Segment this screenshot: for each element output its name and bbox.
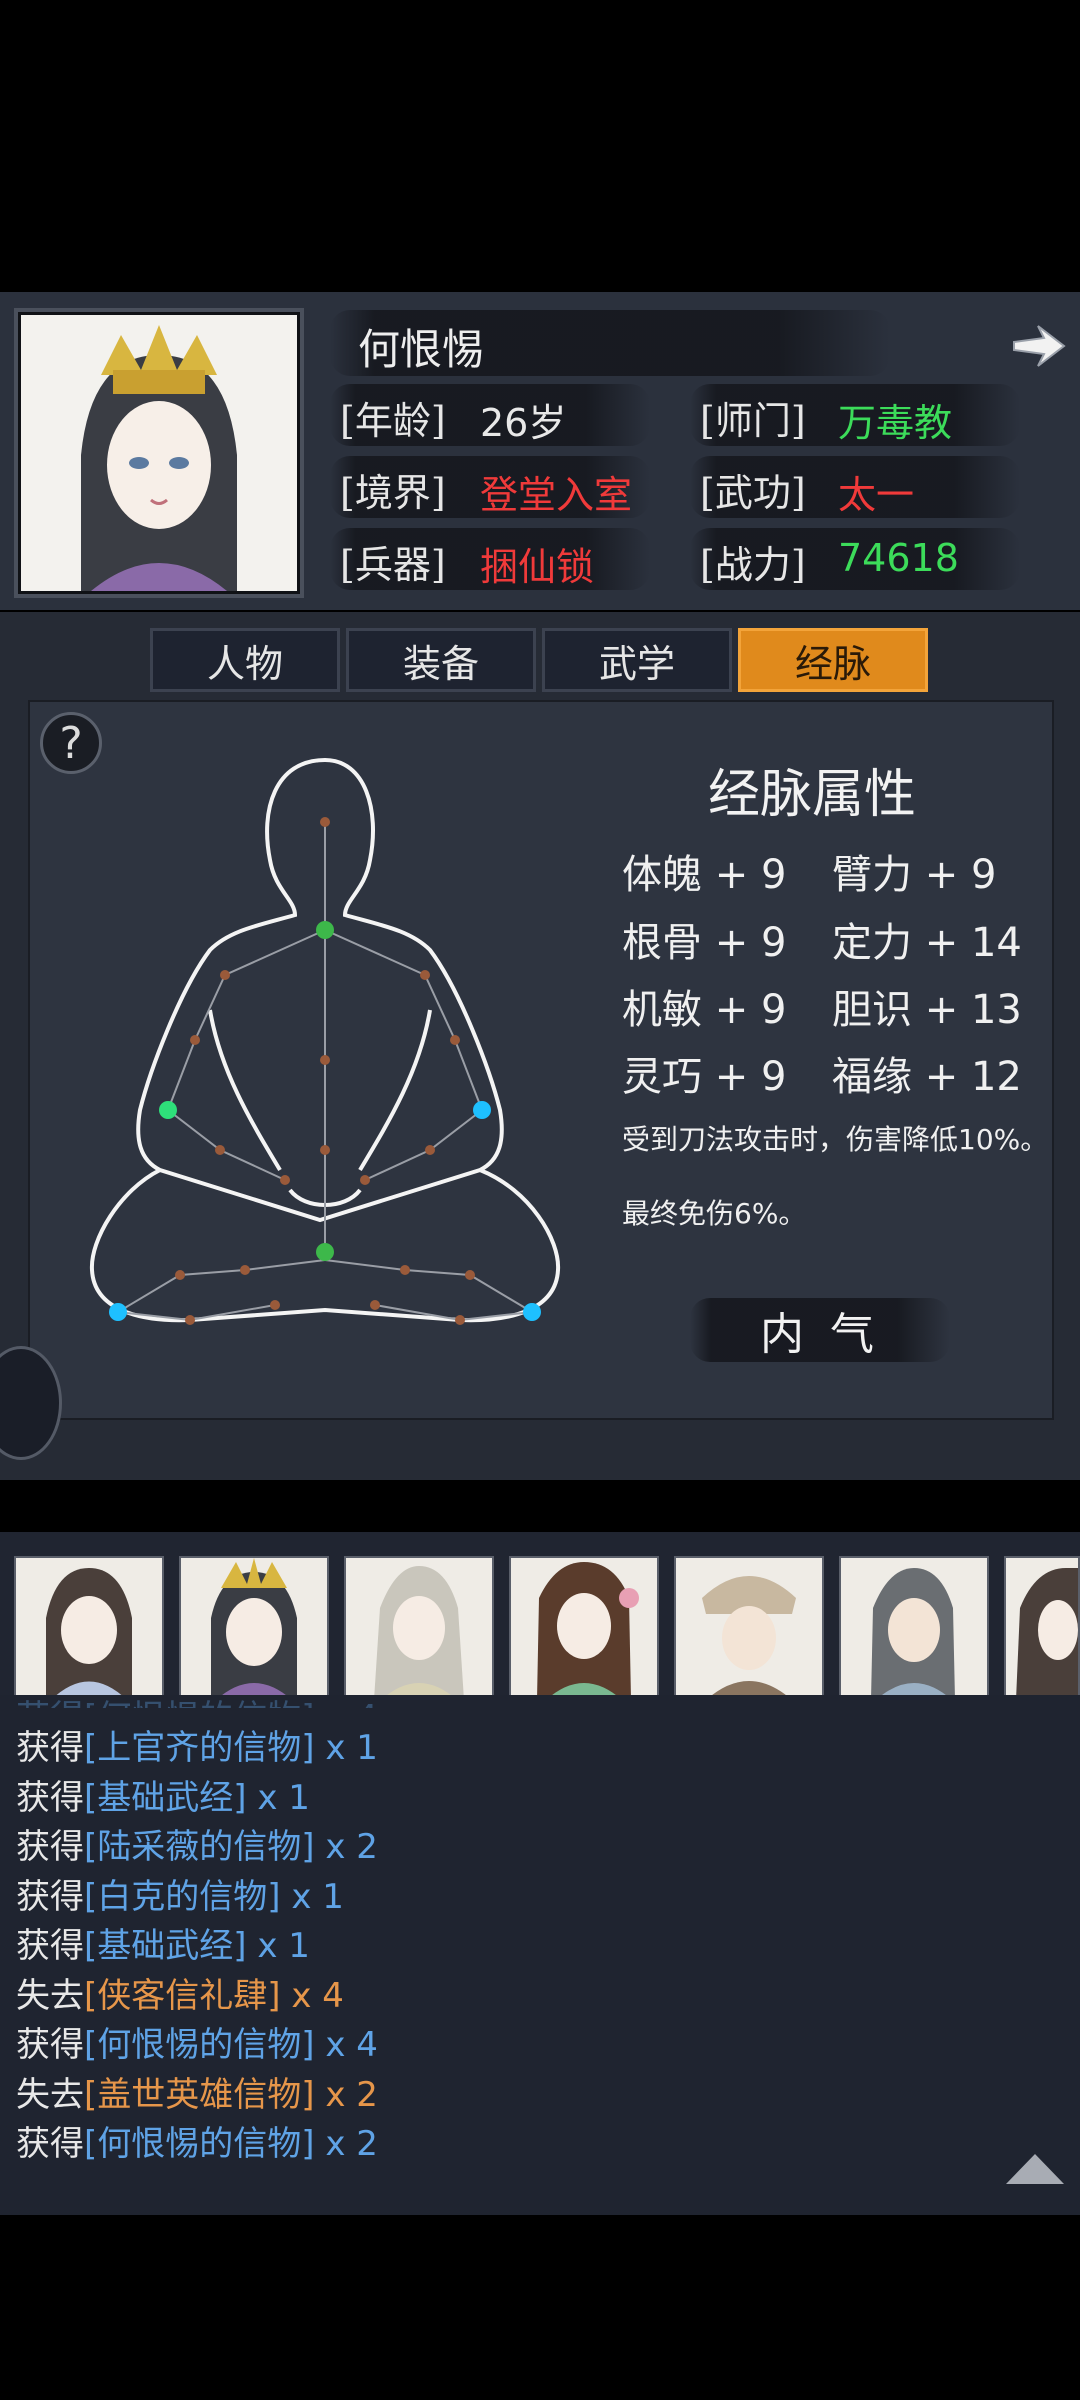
attribute-left: 根骨 + 9 [622,920,787,966]
skill-label: [武功] [700,471,806,515]
log-verb: 失去 [16,1975,84,2016]
log-quantity: x 1 [325,1728,378,1768]
log-item-name: [白克的信物] [84,1876,281,1917]
log-line: 获得[何恨惕的信物] x 2 [16,2116,378,2165]
attribute-left: 体魄 + 9 [622,852,787,898]
next-arrow-button[interactable] [1010,318,1066,378]
log-line: 获得[白克的信物] x 1 [16,1869,344,1918]
log-quantity: x 1 [257,1777,310,1818]
log-verb: 获得 [16,2025,84,2065]
neiqi-button[interactable]: 内 气 [690,1298,950,1362]
log-item-name: [侠客信礼肆] [84,1975,281,2016]
arrow-right-icon [1013,325,1066,367]
effect-text: 最终免伤6%。 [622,1197,807,1230]
log-quantity: x 2 [325,2074,378,2115]
log-verb: 获得 [16,1777,84,1818]
party-member-portrait[interactable] [14,1556,164,1702]
log-line: 失去[盖世英雄信物] x 2 [16,2067,378,2116]
log-item-name: [何恨惕的信物] [84,2025,315,2065]
log-verb: 失去 [16,2074,84,2115]
log-item-name: [何恨惕的信物] [84,2124,315,2164]
attribute-left: 灵巧 + 9 [622,1054,787,1100]
attribute-right: 福缘 + 12 [832,1054,1022,1100]
meridian-figure [80,750,580,1374]
realm-label: [境界] [340,471,446,515]
attribute-left: 机敏 + 9 [622,987,787,1033]
log-quantity: x 2 [325,2124,378,2164]
triangle-up-icon [1006,2154,1064,2184]
attribute-right: 臂力 + 9 [832,852,997,898]
log-line-clipped: 获得[何恨惕的信物] x 4 [16,1690,378,1708]
log-line: 获得[上官齐的信物] x 1 [16,1720,378,1769]
meridian-title: 经脉属性 [708,765,917,825]
log-verb: 获得 [16,1728,84,1768]
effect-text: 受到刀法攻击时，伤害降低10%。 [622,1123,1049,1156]
log-item-name: [上官齐的信物] [84,1728,315,1768]
realm-value: 登堂入室 [480,473,633,517]
tab-character[interactable]: 人物 [150,628,340,692]
power-value: 74618 [838,536,959,580]
party-member-portrait[interactable] [1004,1556,1080,1702]
portrait-image [21,315,297,591]
character-portrait[interactable] [18,312,300,594]
character-name: 何恨惕 [358,325,485,374]
party-member-portrait[interactable] [509,1556,659,1702]
log-quantity: x 2 [325,1827,378,1867]
sect-value: 万毒教 [838,401,953,445]
log-line: 获得[何恨惕的信物] x 4 [16,2017,378,2066]
weapon-label: [兵器] [340,543,446,587]
log-item-name: [盖世英雄信物] [84,2074,315,2115]
party-member-portrait[interactable] [839,1556,989,1702]
party-member-portrait[interactable] [344,1556,494,1702]
party-member-portrait[interactable] [674,1556,824,1702]
log-quantity: x 1 [257,1926,310,1966]
skill-value: 太一 [838,473,915,517]
log-quantity: x 4 [291,1975,344,2016]
age-label: [年龄] [340,399,446,443]
weapon-value: 捆仙锁 [480,545,595,589]
log-verb: 获得 [16,1876,84,1917]
tab-meridians[interactable]: 经脉 [738,628,928,692]
log-line: 获得[基础武经] x 1 [16,1918,310,1967]
tab-martial-arts[interactable]: 武学 [542,628,732,692]
log-item-name: [基础武经] [84,1777,247,1818]
log-quantity: x 4 [325,2025,378,2065]
log-item-name: [基础武经] [84,1926,247,1966]
log-line: 获得[陆采薇的信物] x 2 [16,1819,378,1868]
log-verb: 获得 [16,2124,84,2164]
scroll-up-button[interactable] [1004,2150,1066,2190]
log-quantity: x 1 [291,1876,344,1917]
attribute-right: 胆识 + 13 [832,987,1022,1033]
log-item-name: [陆采薇的信物] [84,1827,315,1867]
log-line: 获得[基础武经] x 1 [16,1770,310,1819]
log-line: 失去[侠客信礼肆] x 4 [16,1968,344,2017]
age-value: 26岁 [480,401,567,445]
party-member-portrait[interactable] [179,1556,329,1702]
log-verb: 获得 [16,1926,84,1966]
log-verb: 获得 [16,1827,84,1867]
sect-label: [师门] [700,399,806,443]
tab-equipment[interactable]: 装备 [346,628,536,692]
attribute-right: 定力 + 14 [832,920,1022,966]
power-label: [战力] [700,543,806,587]
